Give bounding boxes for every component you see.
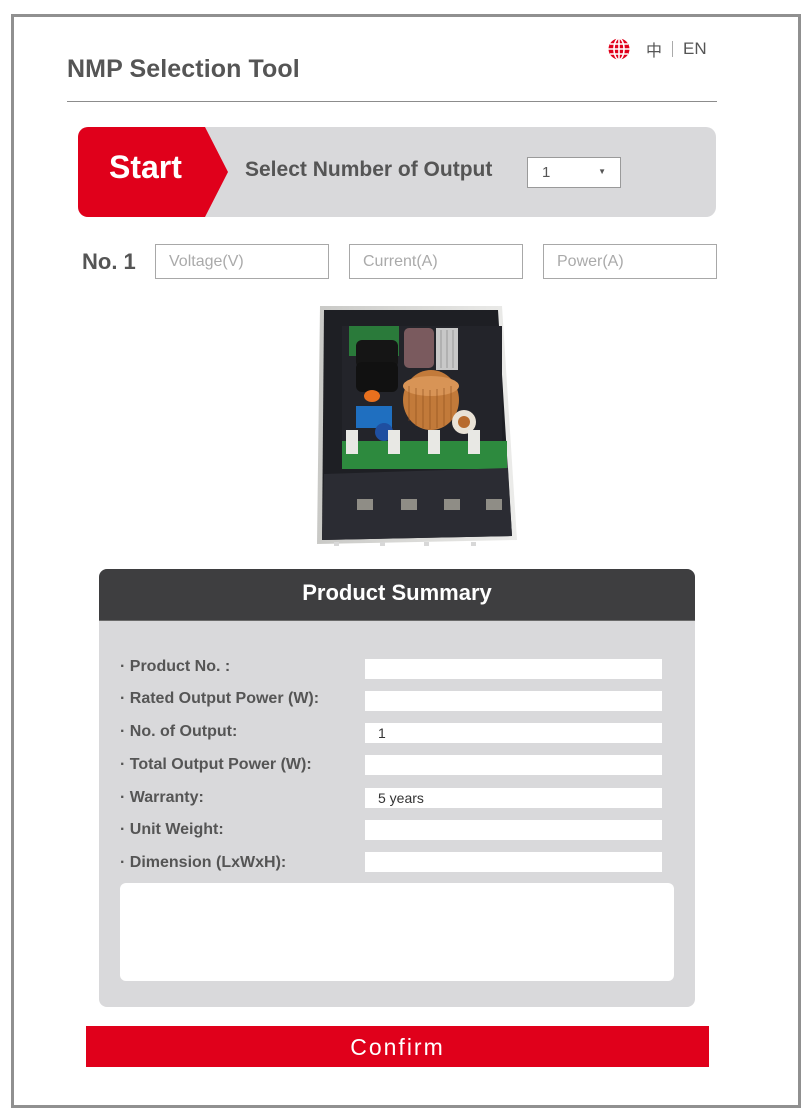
page-title: NMP Selection Tool bbox=[67, 55, 300, 83]
confirm-button[interactable]: Confirm bbox=[86, 1026, 709, 1067]
lang-divider bbox=[672, 41, 674, 57]
product-no-field bbox=[365, 659, 662, 679]
no-of-output-field: 1 bbox=[365, 723, 662, 743]
title-divider bbox=[67, 101, 717, 102]
summary-title: Product Summary bbox=[302, 580, 492, 605]
output-count-select[interactable]: 1 ▼ bbox=[527, 157, 621, 188]
power-input[interactable] bbox=[543, 244, 717, 279]
globe-icon[interactable] bbox=[608, 38, 630, 60]
output-number-label: No. 1 bbox=[82, 249, 136, 274]
lang-option-zh[interactable]: 中 bbox=[646, 37, 662, 61]
dimension-field bbox=[365, 852, 662, 872]
total-output-power-field bbox=[365, 755, 662, 775]
warranty-field: 5 years bbox=[365, 788, 662, 808]
select-output-label: Select Number of Output bbox=[245, 158, 493, 181]
product-summary-panel: Product Summary · Product No. : · Rated … bbox=[99, 569, 695, 1007]
start-bar: Start Select Number of Output 1 ▼ bbox=[78, 127, 716, 217]
dimension-label: · Dimension (LxWxH): bbox=[120, 854, 287, 871]
rated-output-power-field bbox=[365, 691, 662, 711]
warranty-label: · Warranty: bbox=[120, 789, 204, 806]
lang-option-en[interactable]: EN bbox=[683, 39, 707, 59]
unit-weight-field bbox=[365, 820, 662, 840]
language-switcher: 中 EN bbox=[608, 38, 707, 60]
current-input[interactable] bbox=[349, 244, 523, 279]
triangle-down-icon: ▼ bbox=[598, 167, 606, 176]
unit-weight-label: · Unit Weight: bbox=[120, 821, 224, 838]
summary-notes-box[interactable] bbox=[120, 883, 674, 981]
total-output-power-label: · Total Output Power (W): bbox=[120, 756, 312, 773]
no-of-output-label: · No. of Output: bbox=[120, 723, 238, 740]
summary-header: Product Summary bbox=[99, 569, 695, 621]
output-count-value: 1 bbox=[542, 164, 551, 181]
rated-output-power-label: · Rated Output Power (W): bbox=[120, 690, 320, 707]
product-image bbox=[317, 306, 517, 546]
voltage-input[interactable] bbox=[155, 244, 329, 279]
product-no-label: · Product No. : bbox=[120, 658, 231, 675]
start-label: Start bbox=[109, 149, 182, 185]
